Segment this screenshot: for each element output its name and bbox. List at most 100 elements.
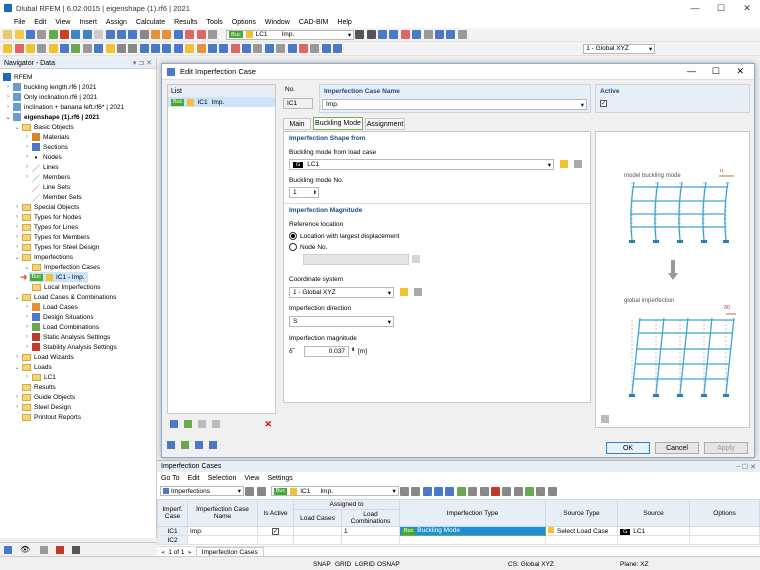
edit-lc-icon[interactable]	[560, 160, 568, 168]
menu-view[interactable]: View	[55, 19, 70, 26]
tree-design-situations[interactable]: › Design Situations	[24, 312, 94, 322]
expand-icon[interactable]: ›	[5, 94, 11, 100]
delete-icon[interactable]	[60, 30, 70, 39]
next-icon[interactable]	[256, 486, 266, 496]
load-2-icon[interactable]	[162, 30, 172, 39]
close-icon[interactable]: − ☐ ✕	[736, 463, 756, 471]
table-lc-select[interactable]: Buc IC1 Imp. ▾	[270, 486, 399, 496]
table-tool-1-icon[interactable]	[422, 486, 432, 496]
tree-file-1[interactable]: › buckling length.rf6 | 2021	[5, 82, 97, 92]
table-icon[interactable]	[48, 30, 58, 39]
camera-icon[interactable]	[40, 545, 49, 554]
tree-basic-objects[interactable]: ⌄ Basic Objects	[14, 122, 74, 132]
results-tab-icon[interactable]	[56, 545, 65, 554]
expand-icon[interactable]: ›	[5, 84, 11, 90]
tree-nodes[interactable]: › • Nodes	[24, 152, 62, 162]
divide-icon[interactable]	[185, 44, 195, 53]
collapse-icon[interactable]: ⌄	[14, 294, 20, 301]
display-icon[interactable]	[378, 30, 388, 39]
clip-icon[interactable]	[219, 44, 229, 53]
expand-icon[interactable]: ›	[14, 224, 20, 230]
expand-icon[interactable]: ›	[24, 324, 30, 330]
view-2-icon[interactable]	[116, 30, 126, 39]
mirror-icon[interactable]	[162, 44, 172, 53]
render-4-icon[interactable]	[276, 44, 286, 53]
pin-icon[interactable]: ▾ ⊐ ✕	[133, 59, 152, 67]
menu-cad-bim[interactable]: CAD-BIM	[299, 19, 329, 26]
calc-2-icon[interactable]	[196, 30, 206, 39]
move-icon[interactable]	[139, 44, 149, 53]
tree-results[interactable]: Results	[14, 382, 56, 392]
expand-icon[interactable]: ›	[14, 204, 20, 210]
render-9-icon[interactable]	[333, 44, 343, 53]
type-cell[interactable]: Buc Buckling Mode	[399, 526, 546, 536]
next-icon[interactable]	[366, 30, 376, 39]
table-tool-10-icon[interactable]	[536, 486, 546, 496]
number-icon[interactable]	[181, 441, 189, 449]
select-icon[interactable]	[195, 441, 203, 449]
menu-results[interactable]: Results	[174, 19, 197, 26]
member-icon[interactable]	[25, 44, 35, 53]
menu-edit[interactable]: Edit	[188, 475, 200, 482]
menu-help[interactable]: Help	[337, 19, 351, 26]
expand-icon[interactable]: ›	[24, 144, 30, 150]
tool-icon[interactable]	[207, 30, 217, 39]
hinge-icon[interactable]	[71, 44, 81, 53]
new-file-icon[interactable]	[3, 30, 13, 39]
is-active-checkbox[interactable]: ✓	[272, 527, 279, 535]
snap-toggle[interactable]: SNAP	[313, 559, 331, 569]
menu-selection[interactable]: Selection	[208, 475, 237, 482]
tree-members[interactable]: › ／ Members	[24, 172, 70, 184]
display-4-icon[interactable]	[412, 30, 422, 39]
search-icon[interactable]	[167, 441, 175, 449]
delete-item-icon[interactable]: ✕	[264, 419, 272, 430]
tree-types-steel[interactable]: › Types for Steel Design	[14, 242, 99, 252]
tree-guide-objects[interactable]: › Guide Objects	[14, 392, 75, 402]
tree-loads[interactable]: ⌄ Loads	[14, 362, 52, 372]
tree-load-cases-combos[interactable]: ⌄ Load Cases & Combinations	[14, 292, 116, 302]
maximize-icon[interactable]: ☐	[708, 0, 734, 16]
tree-sections[interactable]: › Sections	[24, 142, 68, 152]
spinner-icon[interactable]: ⬍	[313, 190, 317, 196]
snap-icon[interactable]	[116, 44, 126, 53]
node-icon[interactable]	[3, 44, 13, 53]
menu-settings[interactable]: Settings	[267, 475, 292, 482]
display-5-icon[interactable]	[423, 30, 433, 39]
tree-materials[interactable]: › Materials	[24, 132, 69, 142]
menu-view[interactable]: View	[244, 475, 259, 482]
new-item-icon[interactable]	[170, 420, 178, 428]
menu-file[interactable]: File	[14, 19, 25, 26]
extend-icon[interactable]	[196, 44, 206, 53]
calc-icon[interactable]	[185, 30, 195, 39]
maximize-icon[interactable]: ☐	[712, 66, 720, 77]
table-tool-3-icon[interactable]	[445, 486, 455, 496]
expand-icon[interactable]: ›	[14, 234, 20, 240]
menu-edit[interactable]: Edit	[34, 19, 46, 26]
collapse-icon[interactable]: ⌄	[14, 124, 20, 131]
magnitude-field[interactable]: 0.037	[304, 346, 349, 357]
collapse-icon[interactable]: ⌄	[5, 114, 11, 121]
display-7-icon[interactable]	[446, 30, 456, 39]
line-icon[interactable]	[14, 44, 24, 53]
menu-options[interactable]: Options	[232, 19, 256, 26]
spinner-icon[interactable]: ⬍	[351, 347, 355, 353]
tree-types-members[interactable]: › Types for Members	[14, 232, 90, 242]
expand-icon[interactable]: ›	[24, 154, 30, 160]
menu-insert[interactable]: Insert	[79, 19, 97, 26]
expand-icon[interactable]: ›	[24, 314, 30, 320]
table-row[interactable]: IC1 Imp. ✓ 1 Buc Buckling Mode Select Lo…	[157, 526, 760, 536]
tree-load-cases[interactable]: › Load Cases	[24, 302, 78, 312]
table-row[interactable]: IC2	[157, 535, 760, 545]
table-tool-2-icon[interactable]	[434, 486, 444, 496]
tree-load-wizards[interactable]: › Load Wizards	[14, 352, 74, 362]
close-icon[interactable]: ✕	[734, 0, 760, 16]
menu-tools[interactable]: Tools	[206, 19, 222, 26]
menu-assign[interactable]: Assign	[106, 19, 127, 26]
tree-ic1[interactable]: ➜ Buc IC1 - Imp.	[20, 272, 88, 282]
expand-icon[interactable]: ›	[14, 244, 20, 250]
ok-button[interactable]: OK	[606, 442, 650, 454]
save-icon[interactable]	[25, 30, 35, 39]
tab-assignment[interactable]: Assignment	[365, 118, 405, 130]
measure-icon[interactable]	[207, 44, 217, 53]
list-item[interactable]: Buc IC1 Imp.	[168, 97, 275, 107]
